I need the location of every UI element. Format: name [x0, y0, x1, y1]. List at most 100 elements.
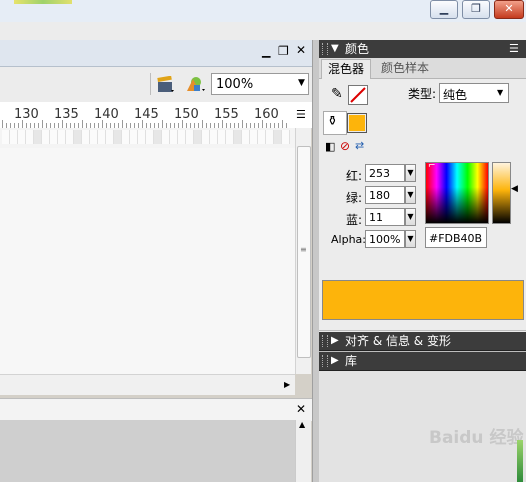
align-panel-header[interactable]: ▶ 对齐 & 信息 & 变形: [319, 332, 526, 351]
panel-menu-icon[interactable]: ☰: [509, 40, 519, 58]
stage-canvas[interactable]: [0, 148, 295, 374]
frame-cell[interactable]: [50, 130, 58, 144]
frame-cell[interactable]: [114, 130, 122, 144]
frame-cell[interactable]: [98, 130, 106, 144]
frame-cell[interactable]: [170, 130, 178, 144]
frame-cell[interactable]: [74, 130, 82, 144]
stroke-color-swatch[interactable]: [348, 85, 368, 105]
frame-cell[interactable]: [154, 130, 162, 144]
green-input[interactable]: 180: [365, 186, 405, 204]
fill-type-select[interactable]: 纯色 ▼: [439, 83, 509, 103]
timeline-frames[interactable]: [0, 128, 295, 149]
frame-cell[interactable]: [218, 130, 226, 144]
color-spectrum-picker[interactable]: ⌐: [425, 161, 489, 224]
fill-tool-button[interactable]: ⚱: [323, 111, 347, 135]
frame-cell[interactable]: [258, 130, 266, 144]
frame-cell[interactable]: [26, 130, 34, 144]
frame-cell[interactable]: [242, 130, 250, 144]
hex-input[interactable]: #FDB40B: [425, 227, 487, 248]
zoom-select[interactable]: 100% ▼: [211, 73, 309, 95]
frame-cell[interactable]: [162, 130, 170, 144]
red-dropdown[interactable]: ▼: [405, 164, 416, 182]
frame-cell[interactable]: [106, 130, 114, 144]
ruler-tick: [282, 120, 283, 128]
ruler-tick: [262, 120, 263, 128]
alpha-input[interactable]: 100%: [365, 230, 405, 248]
tab-mixer[interactable]: 混色器: [321, 59, 372, 79]
frame-cell[interactable]: [90, 130, 98, 144]
black-white-icon[interactable]: ◧: [325, 140, 335, 153]
alpha-dropdown[interactable]: ▼: [405, 230, 416, 248]
frame-cell[interactable]: [82, 130, 90, 144]
color-preview-bar: [322, 280, 524, 320]
brightness-slider[interactable]: [492, 162, 511, 224]
frame-cell[interactable]: [58, 130, 66, 144]
document-window-header: ▁ ❐ ✕: [0, 40, 315, 67]
frame-cell[interactable]: [234, 130, 242, 144]
close-window-button[interactable]: ✕: [494, 0, 524, 19]
blue-dropdown[interactable]: ▼: [405, 208, 416, 226]
color-panel-header[interactable]: ▼ 颜色 ☰: [319, 40, 526, 59]
edit-symbols-button[interactable]: [184, 75, 206, 93]
minimize-button[interactable]: ▁: [430, 0, 458, 19]
frame-cell[interactable]: [146, 130, 154, 144]
ruler-tick: [142, 120, 143, 128]
panel-grip[interactable]: [322, 355, 328, 367]
library-panel-title: 库: [345, 354, 358, 368]
frame-cell[interactable]: [274, 130, 282, 144]
red-input[interactable]: 253: [365, 164, 405, 182]
frame-cell[interactable]: [202, 130, 210, 144]
doc-restore-icon[interactable]: ❐: [278, 44, 289, 58]
frame-cell[interactable]: [66, 130, 74, 144]
brightness-pointer-icon[interactable]: ◀: [511, 184, 518, 194]
fill-color-swatch[interactable]: [347, 113, 367, 133]
doc-close-icon[interactable]: ✕: [296, 43, 306, 57]
blue-input[interactable]: 11: [365, 208, 405, 226]
paint-bucket-icon: ⚱: [327, 114, 338, 129]
frame-cell[interactable]: [186, 130, 194, 144]
horizontal-scrollbar[interactable]: ▶: [0, 374, 295, 395]
frame-cell[interactable]: [138, 130, 146, 144]
frame-cell[interactable]: [266, 130, 274, 144]
panel-grip[interactable]: [322, 43, 328, 55]
frame-cell[interactable]: [122, 130, 130, 144]
no-color-button-icon[interactable]: ⊘: [340, 139, 350, 153]
frame-cell[interactable]: [226, 130, 234, 144]
frame-cell[interactable]: [210, 130, 218, 144]
lower-close-icon[interactable]: ✕: [296, 402, 306, 416]
align-panel-title: 对齐 & 信息 & 变形: [345, 334, 451, 348]
swap-colors-icon[interactable]: ⇄: [355, 139, 364, 152]
frame-cell[interactable]: [250, 130, 258, 144]
scroll-right-icon[interactable]: ▶: [284, 380, 290, 389]
frame-cell[interactable]: [282, 130, 290, 144]
chevron-down-icon: ▼: [407, 212, 414, 221]
expand-triangle-icon: ▶: [331, 355, 339, 366]
timeline-ruler: 130 135 140 145 150 155 160 ☰: [0, 102, 315, 129]
frame-cell[interactable]: [130, 130, 138, 144]
tab-swatches[interactable]: 颜色样本: [375, 59, 435, 78]
chevron-down-icon: ▼: [298, 78, 305, 88]
frame-cell[interactable]: [34, 130, 42, 144]
ruler-tick: [202, 120, 203, 128]
library-panel-header[interactable]: ▶ 库: [319, 352, 526, 371]
scroll-thumb[interactable]: ≡: [297, 146, 311, 358]
frame-cell[interactable]: [10, 130, 18, 144]
side-indicator: [517, 440, 523, 482]
frame-cell[interactable]: [42, 130, 50, 144]
panel-grip[interactable]: [322, 335, 328, 347]
watermark: Baidu 经验: [429, 428, 524, 448]
doc-minimize-icon[interactable]: ▁: [262, 45, 270, 58]
scroll-up-icon[interactable]: ▲: [299, 420, 305, 429]
green-dropdown[interactable]: ▼: [405, 186, 416, 204]
restore-button[interactable]: ❐: [462, 0, 490, 19]
ruler-tick: [122, 120, 123, 128]
frame-cell[interactable]: [2, 130, 10, 144]
edit-scene-button[interactable]: [157, 75, 175, 93]
vertical-scrollbar[interactable]: ≡: [295, 128, 311, 374]
timeline-menu-icon[interactable]: ☰: [296, 108, 306, 121]
frame-cell[interactable]: [18, 130, 26, 144]
ruler-tick: [42, 120, 43, 128]
lower-panel-scrollbar[interactable]: ▲: [295, 420, 311, 482]
frame-cell[interactable]: [178, 130, 186, 144]
frame-cell[interactable]: [194, 130, 202, 144]
